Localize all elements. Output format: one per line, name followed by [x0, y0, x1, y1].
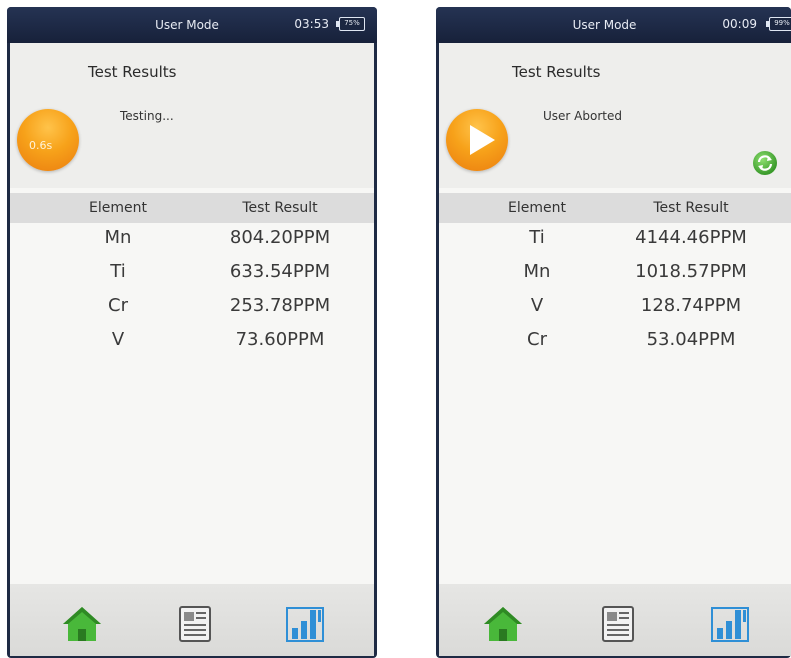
elapsed-time: 0.6s — [29, 139, 53, 152]
result-cell: 128.74PPM — [640, 295, 742, 316]
result-cell: 4144.46PPM — [635, 227, 747, 248]
status-bar: User Mode 03:53 75% — [7, 7, 377, 43]
refresh-arrows-icon — [757, 155, 773, 171]
home-button[interactable] — [60, 604, 104, 644]
table-row: V 128.74PPM — [439, 291, 791, 325]
result-cell: 253.78PPM — [229, 295, 331, 316]
element-cell: Ti — [110, 261, 126, 282]
home-button[interactable] — [481, 604, 525, 644]
refresh-icon[interactable] — [753, 151, 777, 175]
chart-button[interactable] — [708, 604, 752, 644]
test-status-text: Testing... — [120, 109, 174, 123]
result-cell: 1018.57PPM — [635, 261, 747, 282]
test-status-text: User Aborted — [543, 109, 622, 123]
play-icon — [470, 125, 495, 155]
table-row: Mn 1018.57PPM — [439, 257, 791, 291]
element-cell: V — [111, 329, 125, 350]
element-cell: Mn — [104, 227, 132, 248]
element-cell: Ti — [529, 227, 545, 248]
report-button[interactable] — [596, 604, 640, 644]
page-title: Test Results — [88, 63, 177, 81]
battery-icon: 99% — [766, 17, 791, 31]
status-bar: User Mode 00:09 99% — [436, 7, 791, 43]
home-icon — [484, 607, 522, 641]
clock: 00:09 — [722, 17, 757, 31]
content-area: Test Results User Aborted Element Test R… — [439, 43, 791, 656]
results-table: Mn 804.20PPM Ti 633.54PPM Cr 253.78PPM V… — [10, 223, 374, 359]
table-row: Ti 4144.46PPM — [439, 223, 791, 257]
column-header-element: Element — [89, 200, 147, 216]
column-header-element: Element — [508, 200, 566, 216]
battery-icon: 75% — [336, 17, 365, 31]
timer-indicator: 0.6s — [17, 109, 79, 171]
result-cell: 73.60PPM — [235, 329, 325, 350]
chart-icon — [711, 607, 749, 642]
table-header: Element Test Result — [10, 193, 374, 223]
start-test-button[interactable] — [446, 109, 508, 171]
report-button[interactable] — [173, 604, 217, 644]
result-cell: 633.54PPM — [229, 261, 331, 282]
column-header-result: Test Result — [653, 200, 729, 216]
table-row: V 73.60PPM — [10, 325, 374, 359]
element-cell: Mn — [523, 261, 551, 282]
report-icon — [179, 606, 211, 642]
results-table: Ti 4144.46PPM Mn 1018.57PPM V 128.74PPM … — [439, 223, 791, 359]
device-screen-aborted: User Mode 00:09 99% Test Results User Ab… — [436, 7, 791, 658]
column-header-result: Test Result — [242, 200, 318, 216]
chart-icon — [286, 607, 324, 642]
result-header: Test Results 0.6s Testing... — [10, 43, 374, 188]
chart-button[interactable] — [283, 604, 327, 644]
page-title: Test Results — [512, 63, 601, 81]
element-cell: V — [530, 295, 544, 316]
table-row: Mn 804.20PPM — [10, 223, 374, 257]
content-area: Test Results 0.6s Testing... Element Tes… — [10, 43, 374, 656]
table-row: Ti 633.54PPM — [10, 257, 374, 291]
result-header: Test Results User Aborted — [439, 43, 791, 188]
table-header: Element Test Result — [439, 193, 791, 223]
result-cell: 53.04PPM — [646, 329, 736, 350]
table-row: Cr 53.04PPM — [439, 325, 791, 359]
device-screen-testing: User Mode 03:53 75% Test Results 0.6s Te… — [7, 7, 377, 658]
home-icon — [63, 607, 101, 641]
clock: 03:53 — [294, 17, 329, 31]
bottom-nav — [10, 584, 374, 656]
table-row: Cr 253.78PPM — [10, 291, 374, 325]
bottom-nav — [439, 584, 791, 656]
element-cell: Cr — [527, 329, 547, 350]
report-icon — [602, 606, 634, 642]
result-cell: 804.20PPM — [229, 227, 331, 248]
element-cell: Cr — [108, 295, 128, 316]
